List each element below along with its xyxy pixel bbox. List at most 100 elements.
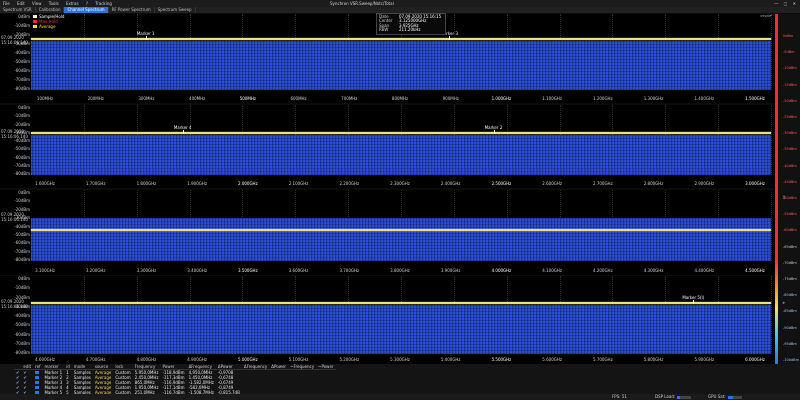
legend-item[interactable]: Average — [33, 24, 64, 29]
grid-line — [771, 105, 772, 175]
x-axis-label: 5.500GHz — [491, 357, 512, 362]
window-controls[interactable]: — ▢ ✕ — [774, 0, 798, 7]
scale-label: -75dBm — [783, 277, 797, 281]
tab-calibration[interactable]: Calibration — [36, 7, 65, 13]
tab-rf-power-spectrum[interactable]: RF Power Spectrum — [109, 7, 155, 13]
x-axis-label: 1.800GHz — [136, 181, 157, 186]
x-axis-label: 2.900GHz — [694, 181, 715, 186]
spectrum-plot[interactable]: Marker 4 Marker 2 — [31, 105, 772, 175]
y-axis-label: -20dBm — [14, 206, 30, 212]
table-header: ΔPower — [269, 364, 289, 370]
x-axis-label: 6.000GHz — [745, 357, 765, 362]
scale-label: -60dBm — [783, 228, 797, 233]
y-axis-label: -20dBm — [14, 121, 30, 127]
table-header: ~Power — [316, 364, 336, 370]
scale-label: -70dBm — [783, 260, 797, 265]
x-axis: 1.600GHz 1.700GHz 1.800GHz 1.900GHz 2.000GHz… — [31, 181, 771, 187]
x-axis-label: 4.500GHz — [745, 268, 765, 273]
x-axis-label: 300MHz — [138, 96, 155, 101]
scale-label: -30dBm — [783, 131, 797, 136]
x-axis-label: 3.700GHz — [339, 268, 360, 273]
x-axis-label: 4.700GHz — [85, 357, 106, 362]
menu-help[interactable]: ? — [83, 0, 91, 7]
spectrum-plot[interactable] — [31, 190, 772, 261]
x-axis-label: 1.300GHz — [643, 96, 664, 101]
menu-file[interactable]: File — [0, 0, 13, 7]
x-axis-label: 2.600GHz — [542, 181, 562, 186]
y-axis-label: -60dBm — [14, 154, 30, 160]
y-axis-label: -50dBm — [14, 231, 30, 237]
status-meter-fill — [727, 395, 734, 399]
x-axis-label: 5.300GHz — [390, 357, 410, 362]
tab-channel-spectrum[interactable]: Channel Spectrum — [64, 7, 109, 13]
marker-tick — [182, 130, 184, 134]
x-axis-label: 1.500GHz — [745, 96, 765, 101]
panel-timestamp: 07.09.2020 15:16:06.140 — [1, 35, 28, 45]
marker-color-swatch — [35, 381, 40, 384]
menu-tools[interactable]: Tools — [46, 0, 62, 7]
timestamp-line: 15:16:06.140 — [1, 217, 28, 222]
legend-swatch — [33, 25, 37, 28]
spectrum-panel[interactable]: 0dBm -10dBm -20dBm -30dBm -40dBm -50dBm -60dBm… — [0, 276, 775, 364]
x-axis-label: 2.000GHz — [238, 181, 258, 186]
x-axis-label: 2.500GHz — [491, 181, 512, 186]
average-trace — [31, 229, 771, 231]
x-axis-label: 3.900GHz — [440, 268, 461, 273]
x-axis-label: 3.400GHz — [187, 268, 207, 273]
spectrum-panel[interactable]: 0dBm -10dBm -20dBm -30dBm -40dBm -50dBm -60dBm… — [0, 105, 775, 188]
panel-timestamp: 07.09.2020 15:16:06.140 — [1, 129, 28, 139]
scale-label: -45dBm — [783, 179, 797, 184]
menu-tracking[interactable]: Tracking — [92, 0, 115, 7]
spectrum-plot[interactable]: Marker 5(I) — [31, 276, 772, 354]
scale-label: -35dBm — [783, 147, 797, 152]
scale-label: -90dBm — [783, 325, 797, 330]
spectrum-panel[interactable]: 0dBm -10dBm -20dBm -30dBm -40dBm -50dBm -60dBm… — [0, 190, 775, 275]
tab-spectrum-vsr[interactable]: Spectrum VSR — [0, 7, 36, 13]
status-label: FPS: 51 — [612, 394, 627, 399]
table-header: ΔFrequency — [241, 364, 270, 370]
x-axis-label: 400MHz — [189, 96, 206, 101]
x-axis-label: 4.100GHz — [542, 268, 562, 273]
marker-color-swatch — [35, 386, 40, 389]
scale-arrow-icon[interactable]: ▸ — [779, 300, 789, 306]
x-axis-label: 5.100GHz — [288, 357, 309, 362]
y-axis-label: -70dBm — [14, 248, 30, 254]
scale-label: -20dBm — [783, 98, 797, 103]
measurement-info-box: Date 07.09.2020 15:16:15 Center 3.125000GHz… — [376, 13, 446, 35]
x-axis-label: 5.900GHz — [694, 357, 715, 362]
average-trace — [31, 132, 771, 134]
x-axis-label: 4.800GHz — [136, 357, 157, 362]
x-axis-label: 2.300GHz — [390, 181, 410, 186]
x-axis-label: 1.900GHz — [187, 181, 207, 186]
info-key: RBW — [379, 26, 389, 32]
x-axis-label: 600MHz — [290, 96, 307, 101]
y-axis-label: -40dBm — [14, 50, 30, 55]
scale-label: -40dBm — [783, 163, 797, 168]
x-axis-label: 4.600GHz — [35, 357, 55, 362]
status-item: FPS: 51 — [612, 394, 627, 400]
menu-extras[interactable]: Extras — [63, 0, 82, 7]
status-item: DSP Load: — [655, 394, 692, 400]
noise-floor — [31, 41, 771, 90]
menu-view[interactable]: View — [29, 0, 45, 7]
menu-edit[interactable]: Edit — [14, 0, 28, 7]
status-bar: FPS: 51 DSP Load: GPU Sat: — [0, 394, 800, 400]
x-axis-label: 3.300GHz — [136, 268, 157, 273]
x-axis-label: 4.000GHz — [491, 268, 512, 273]
x-axis-label: 4.900GHz — [187, 357, 207, 362]
tab-spectrum-sweep[interactable]: Spectrum Sweep — [155, 7, 196, 13]
y-axis-label: -10dBm — [14, 113, 30, 119]
y-axis-label: -40dBm — [14, 223, 30, 229]
table-header: ~Frequency — [288, 364, 317, 370]
grid-line — [771, 276, 772, 354]
x-axis-label: 2.800GHz — [643, 181, 664, 186]
x-axis-label: 5.200GHz — [339, 357, 360, 362]
scale-label: -65dBm — [783, 244, 797, 249]
scale-label: -15dBm — [783, 82, 797, 87]
nav-arrow-icon[interactable]: ⇕ — [779, 195, 789, 201]
scale-label: -25dBm — [783, 115, 797, 119]
x-axis-label: 2.400GHz — [440, 181, 461, 186]
scale-label: -95dBm — [783, 341, 797, 346]
menu-bar: File Edit View Tools Extras ? Tracking S… — [0, 0, 800, 7]
timestamp-line: 15:16:06.140 — [1, 134, 28, 139]
